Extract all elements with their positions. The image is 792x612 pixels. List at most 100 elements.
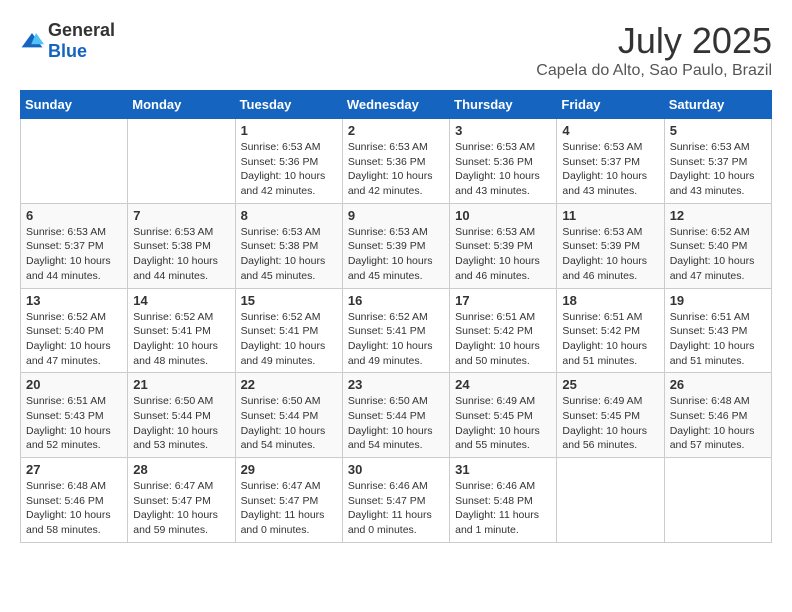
calendar-cell: 3Sunrise: 6:53 AM Sunset: 5:36 PM Daylig… [450,119,557,204]
calendar-cell [21,119,128,204]
calendar-cell: 8Sunrise: 6:53 AM Sunset: 5:38 PM Daylig… [235,203,342,288]
day-number: 20 [26,377,122,392]
day-info: Sunrise: 6:52 AM Sunset: 5:41 PM Dayligh… [241,310,337,369]
day-info: Sunrise: 6:50 AM Sunset: 5:44 PM Dayligh… [348,394,444,453]
logo-general: General [48,20,115,40]
day-info: Sunrise: 6:53 AM Sunset: 5:39 PM Dayligh… [455,225,551,284]
day-info: Sunrise: 6:53 AM Sunset: 5:37 PM Dayligh… [670,140,766,199]
day-number: 1 [241,123,337,138]
calendar-cell: 15 Sunrise: 6:52 AM Sunset: 5:41 PM Dayli… [235,288,342,373]
calendar-cell [664,458,771,543]
day-number: 31 [455,462,551,477]
day-number: 25 [562,377,658,392]
weekday-header: Wednesday [342,91,449,119]
calendar-cell: 20 Sunrise: 6:51 AM Sunset: 5:43 PM Dayli… [21,373,128,458]
day-info: Sunrise: 6:53 AM Sunset: 5:38 PM Dayligh… [133,225,229,284]
day-info: Sunrise: 6:46 AM Sunset: 5:47 PM Dayligh… [348,479,444,538]
calendar-cell: 16 Sunrise: 6:52 AM Sunset: 5:41 PM Dayli… [342,288,449,373]
logo-icon [20,31,44,51]
day-info: Sunrise: 6:47 AM Sunset: 5:47 PM Dayligh… [133,479,229,538]
day-info: Sunrise: 6:46 AM Sunset: 5:48 PM Dayligh… [455,479,551,538]
calendar-cell: 9 Sunrise: 6:53 AM Sunset: 5:39 PM Daylig… [342,203,449,288]
title-area: July 2025 Capela do Alto, Sao Paulo, Bra… [536,20,772,80]
day-number: 24 [455,377,551,392]
calendar-cell: 24 Sunrise: 6:49 AM Sunset: 5:45 PM Dayli… [450,373,557,458]
logo-text: General Blue [48,20,115,62]
calendar-week-row: 1 Sunrise: 6:53 AM Sunset: 5:36 PM Daylig… [21,119,772,204]
calendar-cell: 25 Sunrise: 6:49 AM Sunset: 5:45 PM Dayli… [557,373,664,458]
day-number: 3 [455,123,551,138]
day-info: Sunrise: 6:49 AM Sunset: 5:45 PM Dayligh… [562,394,658,453]
day-info: Sunrise: 6:51 AM Sunset: 5:43 PM Dayligh… [26,394,122,453]
day-number: 4 [562,123,658,138]
calendar-cell: 19 Sunrise: 6:51 AM Sunset: 5:43 PM Dayli… [664,288,771,373]
day-number: 5 [670,123,766,138]
weekday-header: Tuesday [235,91,342,119]
calendar-cell: 7 Sunrise: 6:53 AM Sunset: 5:38 PM Daylig… [128,203,235,288]
logo: General Blue [20,20,115,62]
day-info: Sunrise: 6:47 AM Sunset: 5:47 PM Dayligh… [241,479,337,538]
day-number: 8 [241,208,337,223]
day-number: 9 [348,208,444,223]
calendar-cell: 30 Sunrise: 6:46 AM Sunset: 5:47 PM Dayli… [342,458,449,543]
day-number: 21 [133,377,229,392]
day-info: Sunrise: 6:52 AM Sunset: 5:41 PM Dayligh… [348,310,444,369]
day-number: 26 [670,377,766,392]
day-number: 28 [133,462,229,477]
day-number: 18 [562,293,658,308]
calendar-cell: 21Sunrise: 6:50 AM Sunset: 5:44 PM Dayli… [128,373,235,458]
day-number: 30 [348,462,444,477]
day-info: Sunrise: 6:53 AM Sunset: 5:36 PM Dayligh… [348,140,444,199]
day-info: Sunrise: 6:53 AM Sunset: 5:39 PM Dayligh… [562,225,658,284]
day-number: 6 [26,208,122,223]
calendar-cell: 13Sunrise: 6:52 AM Sunset: 5:40 PM Dayli… [21,288,128,373]
calendar-cell: 23Sunrise: 6:50 AM Sunset: 5:44 PM Dayli… [342,373,449,458]
calendar-cell: 4Sunrise: 6:53 AM Sunset: 5:37 PM Daylig… [557,119,664,204]
day-number: 13 [26,293,122,308]
day-number: 16 [348,293,444,308]
location-title: Capela do Alto, Sao Paulo, Brazil [536,62,772,80]
day-number: 17 [455,293,551,308]
day-number: 29 [241,462,337,477]
day-info: Sunrise: 6:51 AM Sunset: 5:42 PM Dayligh… [455,310,551,369]
day-number: 2 [348,123,444,138]
calendar-cell: 10 Sunrise: 6:53 AM Sunset: 5:39 PM Dayli… [450,203,557,288]
calendar-cell: 28 Sunrise: 6:47 AM Sunset: 5:47 PM Dayli… [128,458,235,543]
day-info: Sunrise: 6:49 AM Sunset: 5:45 PM Dayligh… [455,394,551,453]
calendar-cell: 31 Sunrise: 6:46 AM Sunset: 5:48 PM Dayli… [450,458,557,543]
calendar-week-row: 6Sunrise: 6:53 AM Sunset: 5:37 PM Daylig… [21,203,772,288]
day-info: Sunrise: 6:51 AM Sunset: 5:43 PM Dayligh… [670,310,766,369]
day-number: 15 [241,293,337,308]
weekday-header: Monday [128,91,235,119]
weekday-header: Thursday [450,91,557,119]
weekday-header: Sunday [21,91,128,119]
day-number: 14 [133,293,229,308]
header: General Blue July 2025 Capela do Alto, S… [20,20,772,80]
day-number: 7 [133,208,229,223]
calendar-cell: 2 Sunrise: 6:53 AM Sunset: 5:36 PM Daylig… [342,119,449,204]
day-info: Sunrise: 6:48 AM Sunset: 5:46 PM Dayligh… [670,394,766,453]
calendar-cell: 18 Sunrise: 6:51 AM Sunset: 5:42 PM Dayli… [557,288,664,373]
day-number: 10 [455,208,551,223]
day-info: Sunrise: 6:53 AM Sunset: 5:36 PM Dayligh… [241,140,337,199]
calendar-cell: 11Sunrise: 6:53 AM Sunset: 5:39 PM Dayli… [557,203,664,288]
calendar-cell: 26 Sunrise: 6:48 AM Sunset: 5:46 PM Dayli… [664,373,771,458]
logo-blue: Blue [48,41,87,61]
weekday-header: Friday [557,91,664,119]
day-number: 27 [26,462,122,477]
day-info: Sunrise: 6:51 AM Sunset: 5:42 PM Dayligh… [562,310,658,369]
day-info: Sunrise: 6:52 AM Sunset: 5:40 PM Dayligh… [670,225,766,284]
day-info: Sunrise: 6:53 AM Sunset: 5:39 PM Dayligh… [348,225,444,284]
calendar-cell: 6Sunrise: 6:53 AM Sunset: 5:37 PM Daylig… [21,203,128,288]
weekday-header-row: SundayMondayTuesdayWednesdayThursdayFrid… [21,91,772,119]
calendar-cell: 12Sunrise: 6:52 AM Sunset: 5:40 PM Dayli… [664,203,771,288]
calendar-week-row: 20 Sunrise: 6:51 AM Sunset: 5:43 PM Dayli… [21,373,772,458]
day-number: 19 [670,293,766,308]
calendar-cell: 1 Sunrise: 6:53 AM Sunset: 5:36 PM Daylig… [235,119,342,204]
calendar-table: SundayMondayTuesdayWednesdayThursdayFrid… [20,90,772,543]
day-info: Sunrise: 6:52 AM Sunset: 5:41 PM Dayligh… [133,310,229,369]
calendar-cell: 5 Sunrise: 6:53 AM Sunset: 5:37 PM Daylig… [664,119,771,204]
calendar-cell: 27Sunrise: 6:48 AM Sunset: 5:46 PM Dayli… [21,458,128,543]
day-info: Sunrise: 6:50 AM Sunset: 5:44 PM Dayligh… [241,394,337,453]
calendar-cell: 29 Sunrise: 6:47 AM Sunset: 5:47 PM Dayli… [235,458,342,543]
